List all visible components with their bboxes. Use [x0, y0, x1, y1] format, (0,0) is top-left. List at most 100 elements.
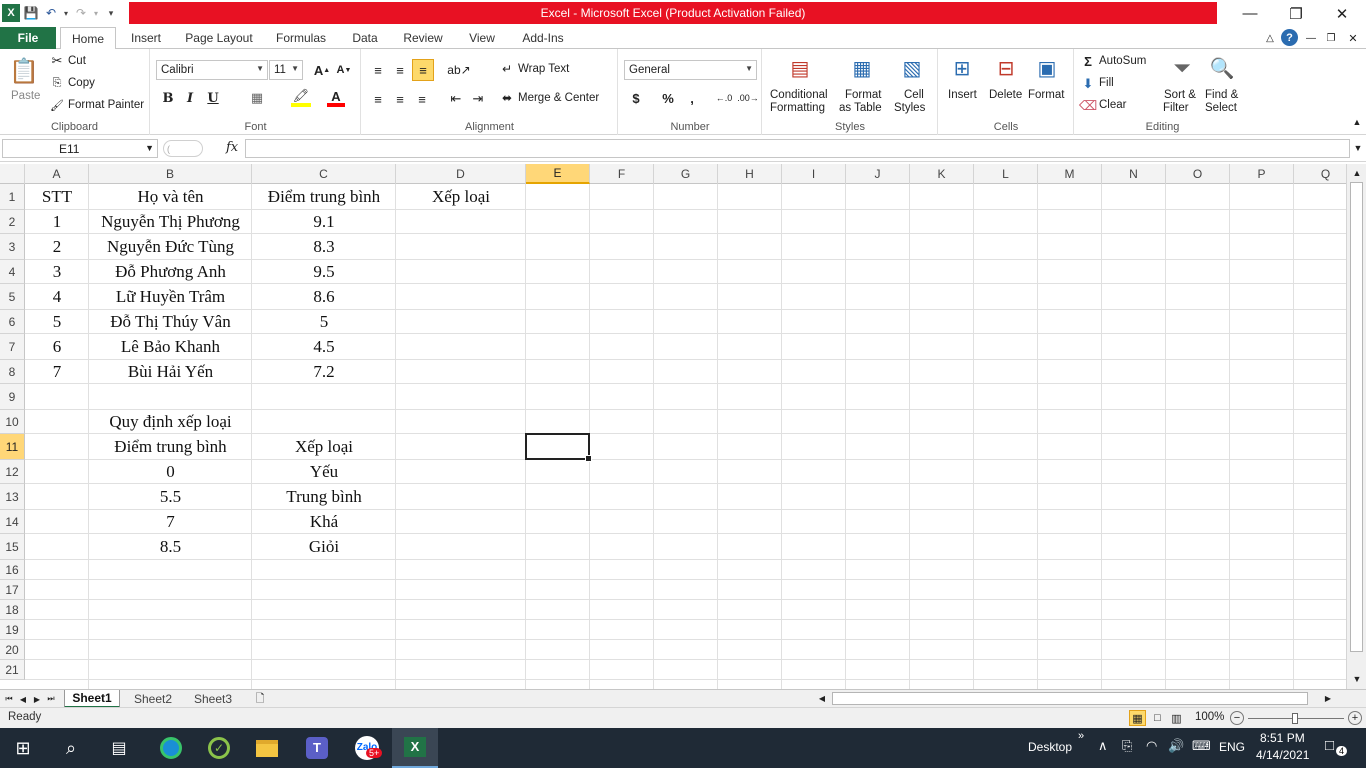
- last-sheet-icon[interactable]: ⏭: [46, 692, 56, 706]
- delete-button[interactable]: Delete: [989, 89, 1022, 101]
- minimize-button[interactable]: —: [1227, 0, 1273, 27]
- sort-filter-label-2[interactable]: Filter: [1163, 102, 1189, 114]
- increase-indent-icon[interactable]: ⇥: [468, 89, 488, 109]
- next-sheet-icon[interactable]: ▶: [32, 692, 42, 706]
- app-green-icon[interactable]: ✓: [196, 728, 242, 768]
- cell-b8[interactable]: Bùi Hải Yến: [89, 360, 252, 384]
- column-header-p[interactable]: P: [1230, 164, 1294, 184]
- row-header-6[interactable]: 6: [0, 310, 25, 334]
- cell-b3[interactable]: Nguyễn Đức Tùng: [89, 234, 252, 260]
- name-box[interactable]: E11 ▼: [2, 139, 158, 158]
- paste-button[interactable]: Paste: [11, 90, 40, 102]
- zoom-level[interactable]: 100%: [1195, 711, 1224, 723]
- row-header-5[interactable]: 5: [0, 284, 25, 310]
- row-header-18[interactable]: 18: [0, 600, 25, 620]
- cell-c11[interactable]: Xếp loại: [252, 434, 396, 460]
- column-header-e[interactable]: E: [526, 164, 590, 184]
- column-header-h[interactable]: H: [718, 164, 782, 184]
- row-header-19[interactable]: 19: [0, 620, 25, 640]
- format-button[interactable]: Format: [1028, 89, 1064, 101]
- normal-view-icon[interactable]: ▦: [1129, 710, 1146, 726]
- format-as-table-label-1[interactable]: Format: [845, 89, 881, 101]
- cell-c12[interactable]: Yếu: [252, 460, 396, 484]
- column-header-l[interactable]: L: [974, 164, 1038, 184]
- zalo-icon[interactable]: Zalo 5+: [344, 728, 390, 768]
- vertical-scrollbar[interactable]: ▲ ▼: [1346, 164, 1366, 689]
- cell-b12[interactable]: 0: [89, 460, 252, 484]
- scroll-up-icon[interactable]: ▲: [1350, 166, 1364, 180]
- ribbon-scroll-icon[interactable]: ▲: [1350, 115, 1364, 129]
- align-right-icon[interactable]: ≡: [412, 89, 432, 109]
- cell-c6[interactable]: 5: [252, 310, 396, 334]
- percent-icon[interactable]: %: [659, 89, 677, 107]
- number-format-select[interactable]: General ▼: [624, 60, 757, 80]
- toolbar-expand-icon[interactable]: »: [1078, 730, 1084, 742]
- row-header-4[interactable]: 4: [0, 260, 25, 284]
- fill-color-icon[interactable]: 🖍: [291, 88, 311, 107]
- italic-button[interactable]: I: [181, 89, 199, 107]
- borders-icon[interactable]: ▦: [247, 89, 267, 107]
- cell-a2[interactable]: 1: [25, 210, 89, 234]
- align-left-icon[interactable]: ≡: [368, 89, 388, 109]
- horizontal-scrollbar[interactable]: ◀ ▶: [808, 691, 1340, 706]
- cell-c3[interactable]: 8.3: [252, 234, 396, 260]
- expand-formula-bar-icon[interactable]: ▼: [1351, 141, 1365, 155]
- zoom-slider-thumb[interactable]: [1292, 713, 1298, 724]
- edge-browser-icon[interactable]: [148, 728, 194, 768]
- row-header-7[interactable]: 7: [0, 334, 25, 360]
- search-icon[interactable]: ⌕: [48, 728, 94, 768]
- customize-qat-icon[interactable]: ▾: [102, 4, 120, 22]
- tab-view[interactable]: View: [460, 27, 504, 49]
- excel-taskbar-icon[interactable]: X: [392, 728, 438, 768]
- cell-b13[interactable]: 5.5: [89, 484, 252, 510]
- row-header-20[interactable]: 20: [0, 640, 25, 660]
- cell-d1[interactable]: Xếp loại: [396, 184, 526, 210]
- orientation-icon[interactable]: ab↗: [447, 60, 470, 80]
- column-header-a[interactable]: A: [25, 164, 89, 184]
- teams-icon[interactable]: T: [294, 728, 340, 768]
- column-header-c[interactable]: C: [252, 164, 396, 184]
- row-header-8[interactable]: 8: [0, 360, 25, 384]
- desktop-toolbar[interactable]: Desktop: [1028, 740, 1072, 754]
- decrease-indent-icon[interactable]: ⇤: [446, 89, 466, 109]
- wrap-text-button[interactable]: Wrap Text: [518, 63, 569, 75]
- zoom-in-icon[interactable]: +: [1348, 711, 1362, 725]
- cell-b5[interactable]: Lữ Huyền Trâm: [89, 284, 252, 310]
- format-as-table-label-2[interactable]: as Table: [839, 102, 882, 114]
- grow-font-icon[interactable]: A ▲: [313, 61, 331, 79]
- windows-start-icon[interactable]: ⊞: [0, 728, 46, 768]
- clear-button[interactable]: Clear: [1099, 99, 1126, 111]
- tab-review[interactable]: Review: [396, 27, 450, 49]
- conditional-formatting-label-2[interactable]: Formatting: [770, 102, 825, 114]
- row-header-15[interactable]: 15: [0, 534, 25, 560]
- cell-a8[interactable]: 7: [25, 360, 89, 384]
- scroll-thumb[interactable]: [1350, 182, 1363, 652]
- format-painter-button[interactable]: Format Painter: [68, 99, 144, 111]
- cell-c7[interactable]: 4.5: [252, 334, 396, 360]
- select-all-corner[interactable]: [0, 164, 25, 184]
- align-center-icon[interactable]: ≡: [390, 89, 410, 109]
- undo-icon[interactable]: ↶: [42, 4, 60, 22]
- cell-b10[interactable]: Quy định xếp loại: [89, 410, 252, 434]
- cell-c1[interactable]: Điểm trung bình: [252, 184, 396, 210]
- font-size-select[interactable]: 11 ▼: [269, 60, 303, 80]
- insert-sheet-icon[interactable]: 🗋: [250, 691, 270, 707]
- cell-c14[interactable]: Khá: [252, 510, 396, 534]
- cell-a5[interactable]: 4: [25, 284, 89, 310]
- scroll-down-icon[interactable]: ▼: [1350, 672, 1364, 686]
- row-header-13[interactable]: 13: [0, 484, 25, 510]
- cell-c4[interactable]: 9.5: [252, 260, 396, 284]
- page-break-view-icon[interactable]: ▥: [1168, 710, 1185, 726]
- language-indicator[interactable]: ENG: [1219, 740, 1245, 754]
- cell-a4[interactable]: 3: [25, 260, 89, 284]
- paste-icon[interactable]: 📋: [8, 54, 40, 88]
- undo-dropdown-icon[interactable]: ▾: [62, 4, 70, 22]
- find-select-label-1[interactable]: Find &: [1205, 89, 1238, 101]
- cell-c5[interactable]: 8.6: [252, 284, 396, 310]
- font-name-select[interactable]: Calibri ▼: [156, 60, 268, 80]
- cell-a7[interactable]: 6: [25, 334, 89, 360]
- keyboard-icon[interactable]: ⌨: [1192, 738, 1211, 754]
- zoom-slider[interactable]: [1248, 713, 1344, 724]
- page-layout-view-icon[interactable]: □: [1149, 710, 1166, 726]
- column-header-m[interactable]: M: [1038, 164, 1102, 184]
